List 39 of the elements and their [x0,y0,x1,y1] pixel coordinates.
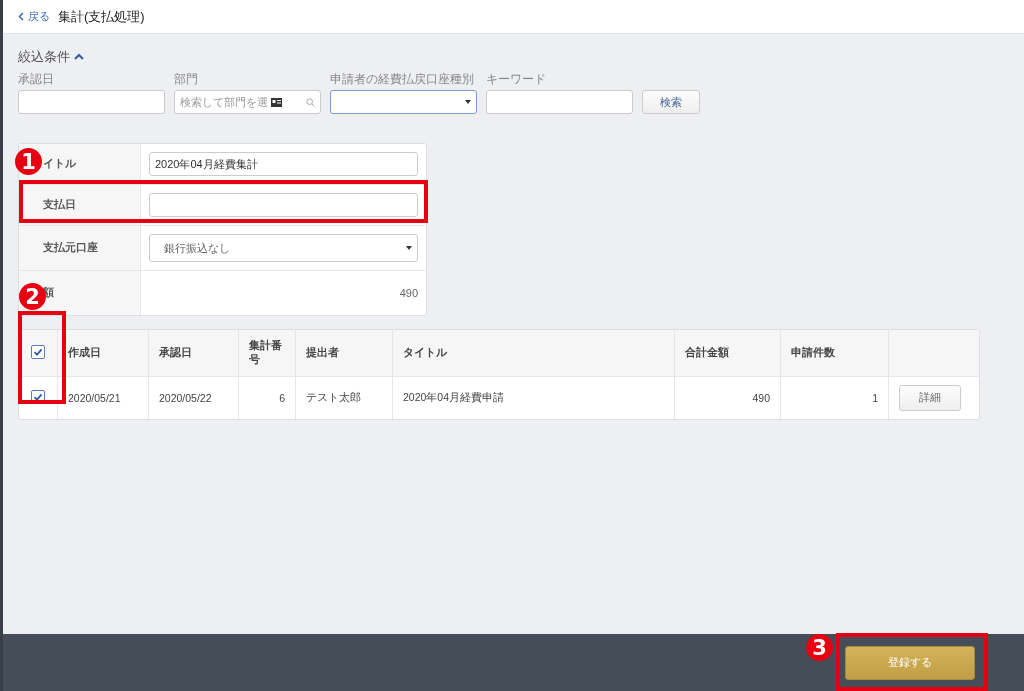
card-icon [271,97,282,107]
column-header: 合計金額 [674,330,780,376]
form-label: 支払元口座 [19,226,141,270]
column-header: 集計番号 [238,330,295,376]
dropdown-arrow-icon [465,100,471,104]
column-header: 承認日 [148,330,238,376]
table-cell: 2020/05/22 [148,376,238,419]
input-field[interactable] [486,90,633,114]
search-icon[interactable] [306,97,315,107]
filter-heading: 絞込条件 [18,48,70,66]
dropdown[interactable] [330,90,477,114]
field-label: 申請者の経費払戻口座種別 [330,72,475,87]
table-cell: 1 [780,376,888,419]
dropdown-arrow-icon [406,246,412,250]
table-cell: 490 [674,376,780,419]
page-title: 集計(支払処理) [58,7,145,26]
search-field[interactable]: 検索して部門を選 [174,90,321,114]
dropdown[interactable]: 銀行振込なし [149,234,418,262]
table-cell: テスト太郎 [295,376,392,419]
chevron-up-icon[interactable] [74,53,84,61]
table-cell: 2020/05/21 [57,376,148,419]
back-link[interactable]: 戻る [18,9,50,24]
detail-button[interactable]: 詳細 [899,385,961,411]
input-field[interactable] [149,193,418,217]
column-header: 提出者 [295,330,392,376]
column-header: タイトル [392,330,674,376]
input-field[interactable]: 2020年04月経費集計 [149,152,418,176]
checkbox[interactable] [31,345,45,359]
search-button[interactable]: 検索 [642,90,700,114]
field-label: 承認日 [18,72,55,87]
field-label: キーワード [486,72,547,87]
amount-value: 490 [398,286,418,301]
column-header: 作成日 [57,330,148,376]
chevron-left-icon [18,12,24,21]
table-cell: 6 [238,376,295,419]
table-cell: 2020年04月経費申請 [392,376,674,419]
field-label: 部門 [174,72,199,87]
column-header: 申請件数 [780,330,888,376]
input-field[interactable] [18,90,165,114]
